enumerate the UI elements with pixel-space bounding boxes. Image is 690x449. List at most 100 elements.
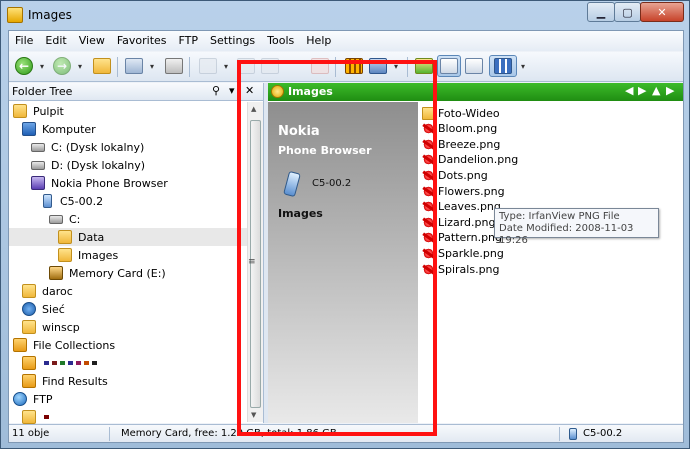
- tree-item[interactable]: daroc: [9, 282, 247, 300]
- info-panel-icon: [440, 58, 458, 74]
- folder-icon: [22, 284, 36, 298]
- browse-button[interactable]: [123, 55, 145, 77]
- info-panel-toggle[interactable]: [437, 55, 461, 77]
- status-separator: [559, 427, 560, 441]
- tree-item-label: C: (Dysk lokalny): [51, 140, 145, 154]
- file-tooltip: Type: IrfanView PNG File Date Modified: …: [494, 208, 659, 246]
- tree-item[interactable]: D: (Dysk lokalny): [9, 156, 247, 174]
- status-phone-icon: [569, 428, 577, 440]
- phone-icon: [43, 194, 52, 208]
- tree-item[interactable]: Memory Card (E:): [9, 264, 247, 282]
- menu-edit[interactable]: Edit: [39, 31, 72, 51]
- menu-view[interactable]: View: [73, 31, 111, 51]
- tree-item[interactable]: FTP: [9, 390, 247, 408]
- close-button[interactable]: ✕: [640, 2, 684, 22]
- tree-item-label: Sieć: [42, 302, 65, 316]
- file-name: Sparkle.png: [438, 246, 504, 260]
- file-name: Breeze.png: [438, 137, 501, 151]
- nav-up-icon[interactable]: ▲: [652, 84, 660, 97]
- tree-item[interactable]: File Collections: [9, 336, 247, 354]
- folder-icon: [58, 248, 72, 262]
- tree-item[interactable]: Sieć: [9, 300, 247, 318]
- view-mode-icon: [494, 58, 512, 74]
- menu-favorites[interactable]: Favorites: [111, 31, 173, 51]
- window-title: Images: [28, 8, 72, 22]
- tree-item[interactable]: [9, 354, 247, 372]
- tree-item-label: daroc: [42, 284, 73, 298]
- nav-back-icon[interactable]: ◀: [625, 84, 633, 97]
- select-button[interactable]: [163, 55, 185, 77]
- monitor-icon: [22, 122, 36, 136]
- drive-icon: [31, 160, 45, 170]
- folder-tree-title: Folder Tree: [12, 85, 73, 98]
- preview-button[interactable]: [463, 55, 485, 77]
- tree-item[interactable]: Nokia Phone Browser: [9, 174, 247, 192]
- forward-dropdown[interactable]: ▾: [75, 55, 85, 77]
- maximize-button[interactable]: ▢: [614, 2, 641, 22]
- tree-item[interactable]: winscp: [9, 318, 247, 336]
- view-mode-button[interactable]: [489, 55, 517, 77]
- collection-swatches: [44, 361, 97, 365]
- search-icon[interactable]: ⚲: [212, 84, 220, 97]
- copy-icon: [199, 58, 217, 74]
- back-dropdown[interactable]: ▾: [37, 55, 47, 77]
- tree-item[interactable]: Find Results: [9, 372, 247, 390]
- nav-next-icon[interactable]: ▶: [666, 84, 674, 97]
- up-folder-button[interactable]: [91, 55, 113, 77]
- card-icon: [49, 266, 63, 280]
- file-name: Dots.png: [438, 168, 488, 182]
- tree-item[interactable]: Images: [9, 246, 247, 264]
- status-device: C5-00.2: [583, 428, 623, 439]
- tree-item[interactable]: C:: [9, 210, 247, 228]
- folder-tree-header: Folder Tree ⚲ ▾ ✕: [9, 83, 263, 101]
- file-name: Leaves.png: [438, 200, 501, 214]
- menu-settings[interactable]: Settings: [204, 31, 261, 51]
- copy-dropdown[interactable]: ▾: [221, 55, 231, 77]
- net-icon: [22, 302, 36, 316]
- collection-swatches: [44, 415, 49, 419]
- tree-item-label: Find Results: [42, 374, 108, 388]
- collection-icon: [13, 338, 27, 352]
- menu-tools[interactable]: Tools: [261, 31, 300, 51]
- tree-item-label: winscp: [42, 320, 80, 334]
- folder-icon: [22, 410, 36, 424]
- tree-item[interactable]: C: (Dysk lokalny): [9, 138, 247, 156]
- toolbar-separator: [189, 57, 190, 77]
- copy-button[interactable]: [197, 55, 219, 77]
- tree-item[interactable]: C5-00.2: [9, 192, 247, 210]
- title-bar: Images ▁ ▢ ✕: [1, 1, 689, 29]
- drive-icon: [49, 214, 63, 224]
- nokia-icon: [31, 176, 45, 190]
- nav-forward-icon[interactable]: ▶: [638, 84, 646, 97]
- tree-item[interactable]: Pulpit: [9, 102, 247, 120]
- menu-bar: File Edit View Favorites FTP Settings To…: [9, 31, 683, 51]
- status-separator: [109, 427, 110, 441]
- folder-icon: [22, 320, 36, 334]
- tree-item-label: File Collections: [33, 338, 116, 352]
- view-mode-dropdown[interactable]: ▾: [518, 55, 528, 77]
- tree-item[interactable]: Data: [9, 228, 247, 246]
- collection-icon: [22, 374, 36, 388]
- toolbar-separator: [117, 57, 118, 77]
- file-list: Foto-Wideo Bloom.png Breeze.png Dandelion.p…: [418, 102, 683, 423]
- tree-item-label: Pulpit: [33, 104, 64, 118]
- menu-ftp[interactable]: FTP: [173, 31, 205, 51]
- menu-help[interactable]: Help: [300, 31, 337, 51]
- folder-tree-list: Pulpit Komputer C: (Dysk lokalny) D: (Dysk …: [9, 102, 247, 424]
- tree-item-label: D: (Dysk lokalny): [51, 158, 146, 172]
- globe-icon: [13, 392, 27, 406]
- tree-item-label: Nokia Phone Browser: [51, 176, 168, 190]
- up-folder-icon: [93, 58, 111, 74]
- back-arrow-icon: ←: [15, 57, 33, 75]
- file-name: Bloom.png: [438, 122, 498, 136]
- dropdown-icon[interactable]: ▾: [229, 84, 235, 97]
- forward-button[interactable]: →: [51, 55, 73, 77]
- browse-dropdown[interactable]: ▾: [147, 55, 157, 77]
- back-button[interactable]: ←: [13, 55, 35, 77]
- file-name: Foto-Wideo: [438, 106, 500, 120]
- highlight-rectangle: [237, 60, 437, 436]
- browse-icon: [125, 58, 143, 74]
- tree-item[interactable]: Komputer: [9, 120, 247, 138]
- menu-file[interactable]: File: [9, 31, 39, 51]
- minimize-button[interactable]: ▁: [587, 2, 615, 22]
